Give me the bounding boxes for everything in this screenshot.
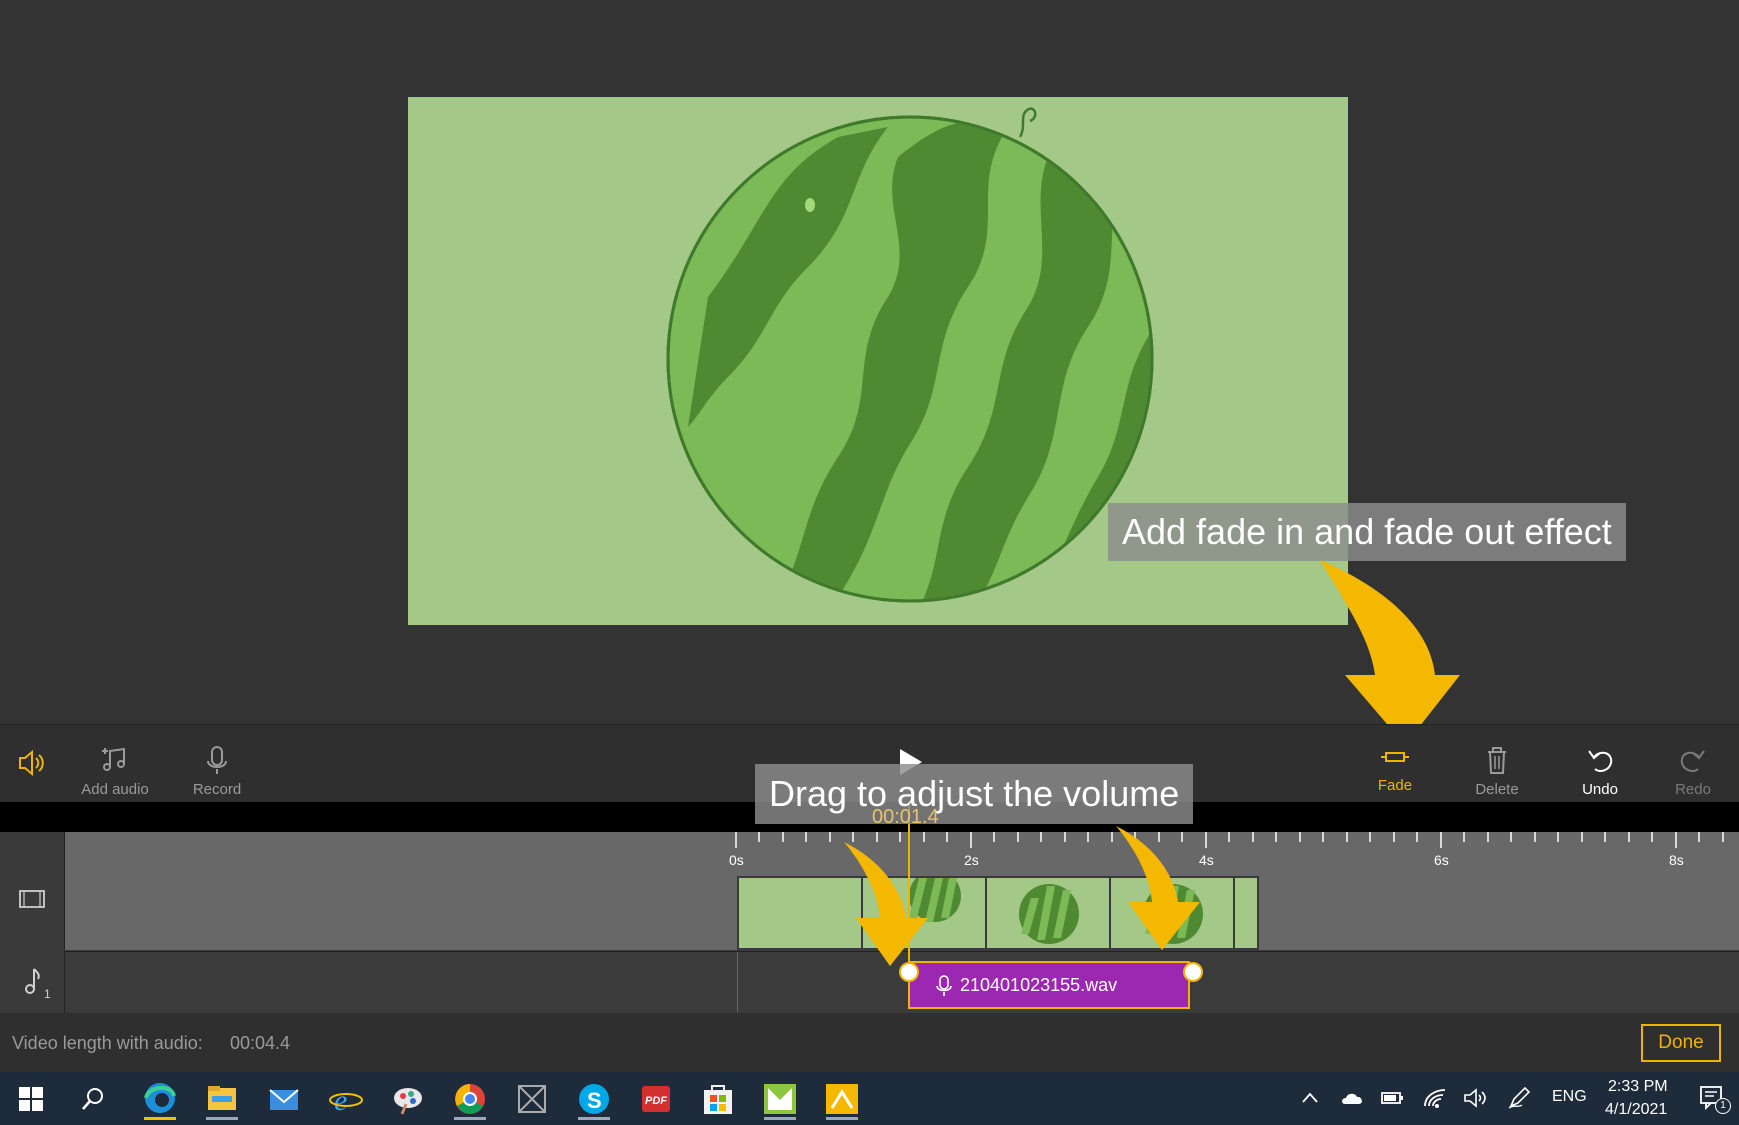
audio-clip[interactable]: 210401023155.wav xyxy=(908,961,1190,1009)
mail-icon[interactable] xyxy=(262,1078,306,1120)
microphone-icon xyxy=(162,743,272,777)
video-length-value: 00:04.4 xyxy=(230,1033,291,1053)
pdf-icon[interactable]: PDF xyxy=(634,1078,678,1120)
edge-icon[interactable] xyxy=(138,1078,182,1120)
clock-time[interactable]: 2:33 PM xyxy=(1608,1078,1668,1096)
record-button[interactable]: Record xyxy=(162,725,272,803)
tick-label-2s: 2s xyxy=(964,852,979,868)
video-track-header xyxy=(0,832,65,950)
notification-icon[interactable]: 1 xyxy=(1698,1084,1731,1114)
volume-icon[interactable] xyxy=(14,745,50,781)
search-icon[interactable] xyxy=(80,1086,106,1112)
chrome-icon[interactable] xyxy=(448,1078,492,1120)
svg-text:PDF: PDF xyxy=(645,1095,667,1107)
fade-callout-arrow xyxy=(1320,560,1460,745)
notification-count: 1 xyxy=(1715,1098,1731,1114)
volume-handle-right[interactable] xyxy=(1183,962,1203,982)
file-explorer-icon[interactable] xyxy=(200,1078,244,1120)
svg-text:S: S xyxy=(587,1088,602,1113)
battery-icon[interactable] xyxy=(1380,1086,1406,1110)
taskbar: e S PDF ENG 2:33 PM 4/1/2021 1 xyxy=(0,1072,1739,1125)
clip-thumbnail xyxy=(1235,878,1257,948)
add-audio-button[interactable]: Add audio xyxy=(60,725,170,803)
fade-icon xyxy=(1340,743,1450,777)
redo-icon xyxy=(1648,743,1738,777)
internet-explorer-icon[interactable]: e xyxy=(324,1078,368,1120)
undo-button[interactable]: Undo xyxy=(1545,725,1655,803)
clock-date[interactable]: 4/1/2021 xyxy=(1605,1101,1667,1119)
film-icon xyxy=(19,890,45,908)
svg-text:e: e xyxy=(334,1084,347,1117)
delete-button[interactable]: Delete xyxy=(1442,725,1552,803)
wifi-icon[interactable] xyxy=(1422,1086,1448,1110)
fade-button[interactable]: Fade xyxy=(1340,725,1450,803)
volume-arrow-right xyxy=(1116,826,1200,950)
pen-icon[interactable] xyxy=(1506,1086,1532,1110)
audio-track-header: 1 xyxy=(0,951,65,1013)
trash-icon xyxy=(1442,743,1552,777)
windows-start-icon[interactable] xyxy=(18,1086,44,1112)
paint-icon[interactable] xyxy=(386,1078,430,1120)
tick-label-0s: 0s xyxy=(729,852,744,868)
onedrive-icon[interactable] xyxy=(1340,1086,1366,1110)
chevron-up-icon[interactable] xyxy=(1300,1088,1320,1108)
redo-button[interactable]: Redo xyxy=(1648,725,1738,803)
video-length-label: Video length with audio: xyxy=(12,1033,203,1053)
volume-callout: Drag to adjust the volume xyxy=(755,764,1194,824)
app-icon[interactable] xyxy=(510,1078,554,1120)
done-button[interactable]: Done xyxy=(1641,1024,1721,1062)
photos-icon[interactable] xyxy=(758,1078,802,1120)
audio-clip-filename: 210401023155.wav xyxy=(960,975,1118,995)
language-indicator[interactable]: ENG xyxy=(1552,1088,1587,1106)
track-number: 1 xyxy=(44,987,51,1001)
microphone-icon xyxy=(936,975,952,996)
undo-icon xyxy=(1545,743,1655,777)
tick-label-6s: 6s xyxy=(1434,852,1449,868)
app-icon-2[interactable] xyxy=(820,1078,864,1120)
current-time: 00:01.4 xyxy=(872,806,939,828)
tick-label-8s: 8s xyxy=(1669,852,1684,868)
clip-thumbnail xyxy=(987,878,1111,948)
status-bar: Video length with audio: 00:04.4 Done xyxy=(0,1013,1739,1072)
music-note-icon xyxy=(25,968,40,994)
volume-arrow-left xyxy=(844,842,928,966)
skype-icon[interactable]: S xyxy=(572,1078,616,1120)
music-note-icon xyxy=(60,743,170,777)
store-icon[interactable] xyxy=(696,1078,740,1120)
speaker-icon[interactable] xyxy=(1462,1086,1488,1110)
